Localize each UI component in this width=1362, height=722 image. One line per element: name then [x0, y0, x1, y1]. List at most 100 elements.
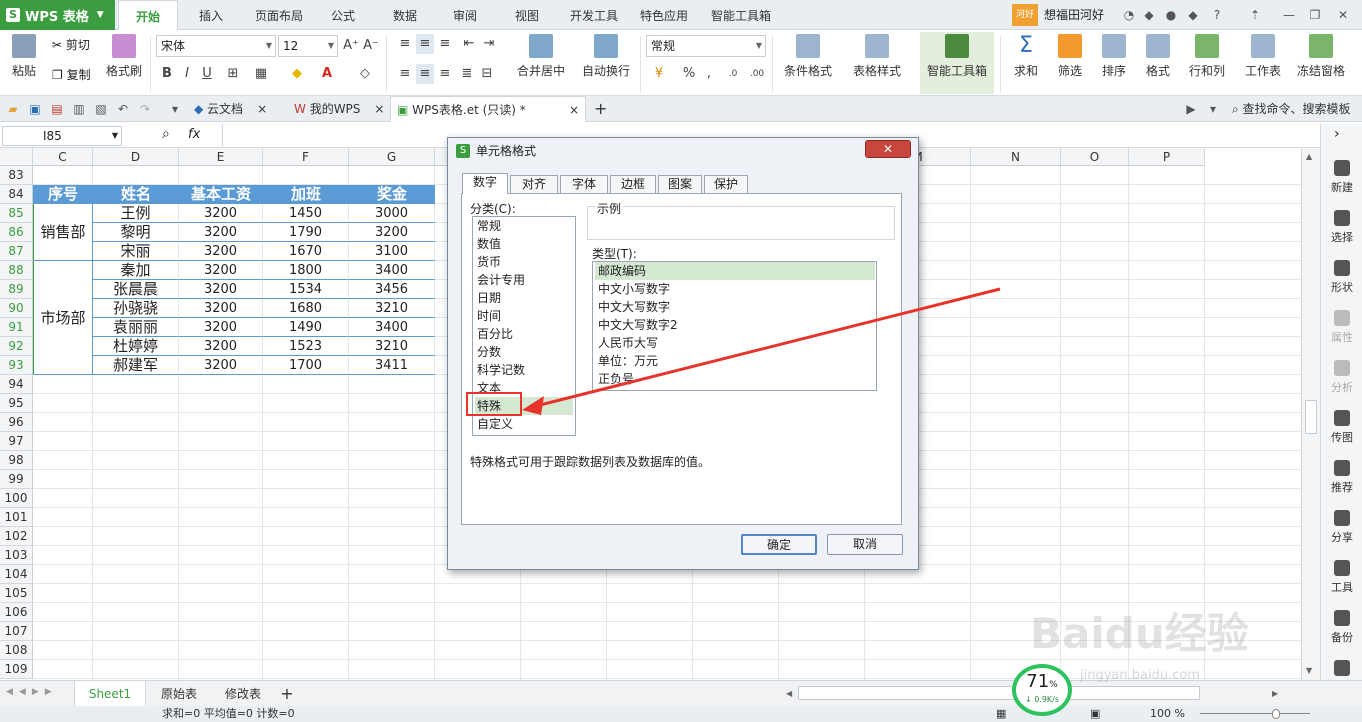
zoom-level[interactable]: 100 % [1150, 706, 1185, 722]
table-cell[interactable]: 1790 [263, 223, 349, 242]
row-header[interactable]: 102 [0, 527, 33, 546]
table-cell[interactable]: 3200 [179, 318, 263, 337]
name-box[interactable]: I85 ▼ [2, 126, 122, 146]
paste-button[interactable]: 粘贴 [6, 34, 42, 79]
column-header[interactable]: O [1061, 148, 1129, 166]
table-cell[interactable]: 3200 [179, 337, 263, 356]
sum-button[interactable]: Σ 求和 [1006, 34, 1046, 79]
app-menu-button[interactable]: S WPS 表格 ▼ [0, 0, 115, 30]
row-header[interactable]: 88 [0, 261, 33, 280]
table-cell[interactable]: 3200 [179, 261, 263, 280]
tab-view[interactable]: 视图 [504, 0, 550, 30]
type-item[interactable]: 中文大写数字2 [595, 316, 875, 334]
tab-home[interactable]: 开始 [118, 0, 178, 31]
increase-decimal-icon[interactable]: .0 [724, 64, 742, 84]
table-cell[interactable]: 3000 [349, 204, 435, 223]
user-badge[interactable]: 河好 [1012, 4, 1038, 26]
copy-button[interactable]: ❐ 复制 [52, 66, 91, 83]
page-view-icon[interactable]: ▣ [1090, 706, 1100, 722]
row-header[interactable]: 97 [0, 432, 33, 451]
table-cell[interactable]: 3210 [349, 337, 435, 356]
sort-button[interactable]: 排序 [1094, 34, 1134, 79]
help-icon[interactable]: ? [1208, 6, 1226, 24]
align-top-icon[interactable]: ≡ [396, 34, 414, 54]
restore-ribbon-icon[interactable]: ⇡ [1246, 6, 1264, 24]
column-header[interactable]: E [179, 148, 263, 166]
category-item[interactable]: 货币 [475, 253, 573, 271]
right-panel-item[interactable]: 工具 [1321, 560, 1362, 595]
type-item[interactable]: 正负号 [595, 370, 875, 388]
tab-developer[interactable]: 开发工具 [562, 0, 626, 30]
align-middle-icon[interactable]: ≡ [416, 34, 434, 54]
table-header-cell[interactable]: 加班 [263, 185, 349, 204]
right-panel-item[interactable]: 选择 [1321, 210, 1362, 245]
right-panel-item[interactable]: 新建 [1321, 160, 1362, 195]
row-header[interactable]: 90 [0, 299, 33, 318]
maximize-icon[interactable]: ❐ [1306, 6, 1324, 24]
tab-my-wps[interactable]: W 我的WPS × [290, 96, 386, 122]
row-header[interactable]: 83 [0, 166, 33, 185]
sheet-tab-original[interactable]: 原始表 [146, 681, 212, 707]
rows-columns-button[interactable]: 行和列 [1182, 34, 1232, 79]
user-name[interactable]: 想福田河好 [1044, 0, 1104, 30]
align-bottom-icon[interactable]: ≡ [436, 34, 454, 54]
row-header[interactable]: 107 [0, 622, 33, 641]
table-cell[interactable]: 3200 [349, 223, 435, 242]
column-header[interactable]: P [1129, 148, 1205, 166]
dialog-close-button[interactable]: ✕ [865, 140, 911, 158]
table-cell[interactable]: 孙骁骁 [93, 299, 179, 318]
right-panel-item[interactable]: 分享 [1321, 510, 1362, 545]
type-item[interactable]: 中文大写数字 [595, 298, 875, 316]
table-style-button[interactable]: 表格样式 [846, 34, 908, 79]
table-cell[interactable]: 3100 [349, 242, 435, 261]
category-item[interactable]: 分数 [475, 343, 573, 361]
type-item[interactable]: 人民币大写 [595, 334, 875, 352]
right-panel-item[interactable]: 备份 [1321, 610, 1362, 645]
table-cell[interactable]: 3200 [179, 242, 263, 261]
table-cell[interactable]: 杜婷婷 [93, 337, 179, 356]
collapse-panel-icon[interactable]: › [1334, 126, 1340, 142]
row-header[interactable]: 89 [0, 280, 33, 299]
preview-icon[interactable]: ▧ [92, 100, 110, 118]
type-list[interactable]: 邮政编码 中文小写数字 中文大写数字 中文大写数字2 人民币大写 单位：万元 正负号 [592, 261, 877, 391]
fill-pattern-icon[interactable]: ▦ [252, 64, 270, 84]
decrease-decimal-icon[interactable]: .00 [748, 64, 766, 84]
font-size-select[interactable]: 12 ▼ [278, 35, 338, 57]
percent-button[interactable]: % [680, 64, 698, 84]
category-list[interactable]: 常规 数值 货币 会计专用 日期 时间 百分比 分数 科学记数 文本 特殊 自定义 [472, 216, 576, 436]
pdf-icon[interactable]: ▤ [48, 100, 66, 118]
table-header-cell[interactable]: 基本工资 [179, 185, 263, 204]
row-header[interactable]: 94 [0, 375, 33, 394]
tab-page-layout[interactable]: 页面布局 [244, 0, 314, 30]
category-item[interactable]: 科学记数 [475, 361, 573, 379]
scroll-up-icon[interactable]: ▲ [1306, 152, 1312, 161]
table-header-cell[interactable]: 序号 [33, 185, 93, 204]
row-header[interactable]: 101 [0, 508, 33, 527]
table-cell[interactable]: 1700 [263, 356, 349, 375]
table-cell[interactable]: 张晨晨 [93, 280, 179, 299]
table-cell[interactable]: 3411 [349, 356, 435, 375]
table-header-cell[interactable]: 奖金 [349, 185, 435, 204]
font-name-select[interactable]: 宋体 ▼ [156, 35, 276, 57]
table-cell[interactable]: 袁丽丽 [93, 318, 179, 337]
row-header[interactable]: 105 [0, 584, 33, 603]
category-item[interactable]: 数值 [475, 235, 573, 253]
sheet-tab-modified[interactable]: 修改表 [212, 681, 274, 707]
zoom-search-icon[interactable]: ⌕ [162, 126, 170, 142]
table-cell[interactable]: 3210 [349, 299, 435, 318]
table-cell[interactable]: 1800 [263, 261, 349, 280]
right-panel-item[interactable]: 属性 [1321, 310, 1362, 345]
fill-color-icon[interactable]: ◆ [288, 64, 306, 84]
increase-font-icon[interactable]: A⁺ [342, 36, 360, 56]
worksheet-button[interactable]: 工作表 [1238, 34, 1288, 79]
dialog-tab[interactable]: 数字 [462, 173, 508, 194]
bold-button[interactable]: B [158, 64, 176, 84]
undo-icon[interactable]: ↶ [114, 100, 132, 118]
tab-review[interactable]: 审阅 [442, 0, 488, 30]
table-cell[interactable]: 1450 [263, 204, 349, 223]
row-header[interactable]: 104 [0, 565, 33, 584]
freeze-panes-button[interactable]: 冻结窗格 [1292, 34, 1350, 79]
print-icon[interactable]: ▥ [70, 100, 88, 118]
column-header[interactable]: C [33, 148, 93, 166]
more-dropdown-icon[interactable]: ▾ [166, 100, 184, 118]
